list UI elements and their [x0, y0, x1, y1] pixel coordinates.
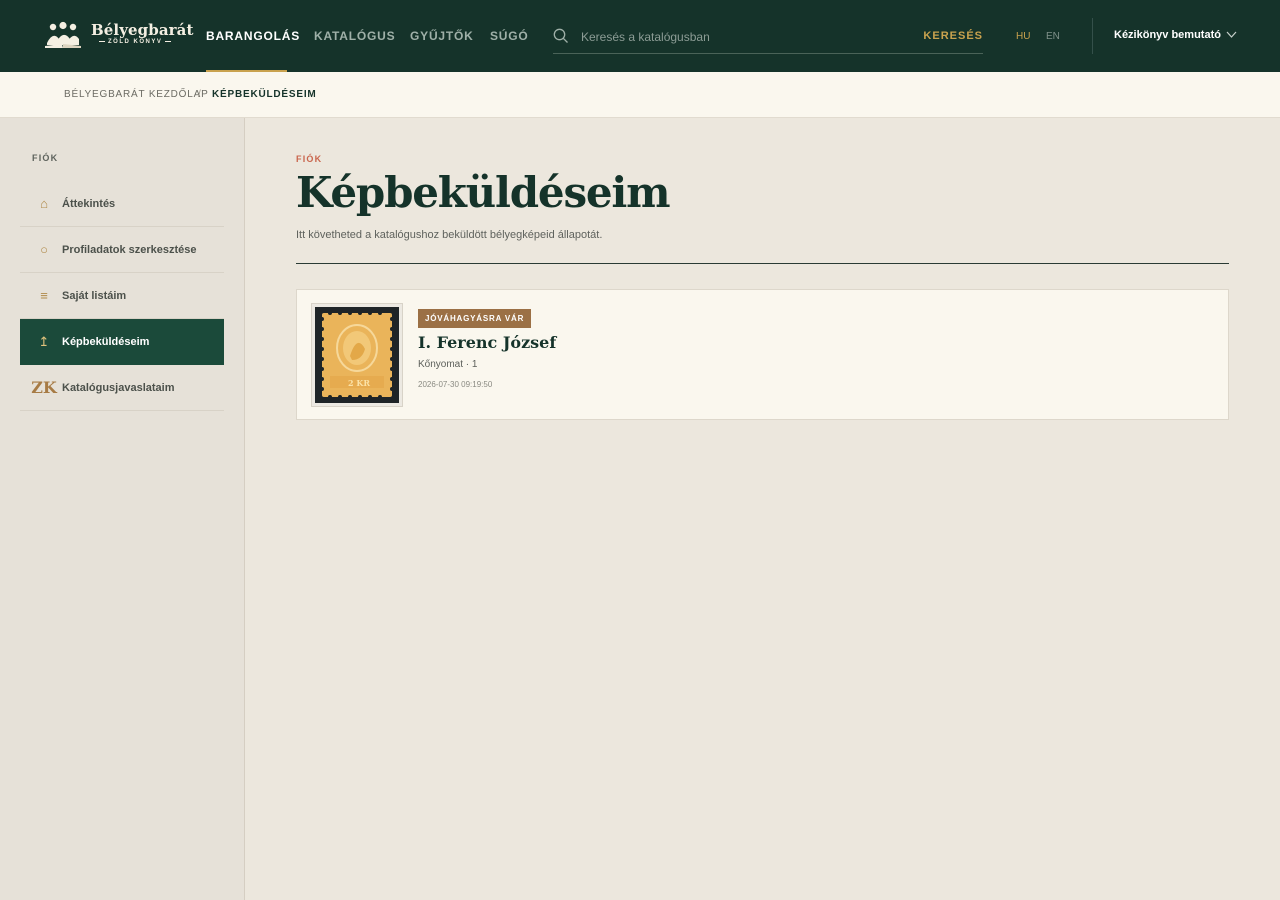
sidebar-item-label: Saját listáim [62, 290, 127, 302]
chevron-down-icon[interactable] [1226, 30, 1237, 39]
language-en[interactable]: EN [1046, 31, 1060, 42]
zk-monogram-icon: ZK [31, 378, 57, 397]
stamp-denomination: 2 KR [348, 378, 370, 388]
page-eyebrow: FIÓK [296, 154, 323, 164]
nav-barangolas[interactable]: Barangolás [206, 29, 300, 43]
sidebar-item-profiladatok[interactable]: ○ Profiladatok szerkesztése [20, 227, 224, 273]
sidebar-item-label: Áttekintés [62, 198, 116, 210]
submission-card[interactable]: 2 KR JÓVÁHAGYÁSRA VÁR I. Ferenc József K… [296, 289, 1229, 420]
sidebar-heading: FIÓK [32, 153, 59, 163]
header-divider [1092, 18, 1093, 54]
sidebar-item-katalogusjavaslataim[interactable]: ZK Katalógusjavaslataim [20, 365, 224, 411]
submission-title[interactable]: I. Ferenc József [418, 333, 556, 352]
brand-title: Bélyegbarát [91, 21, 194, 39]
profile-icon: ○ [40, 242, 48, 257]
sidebar-item-attekintes[interactable]: ⌂ Áttekintés [20, 181, 224, 227]
sidebar-item-label: Profiladatok szerkesztése [62, 244, 197, 256]
user-menu-button[interactable]: Kézikönyv bemutató [1114, 29, 1221, 41]
nav-katalogus[interactable]: Katalógus [314, 29, 395, 43]
page-description: Itt követheted a katalógushoz beküldött … [296, 229, 603, 241]
sidebar-item-kepbekuldeseim[interactable]: ↥ Képbeküldéseim [20, 319, 224, 365]
search-icon [553, 28, 568, 43]
search-bar: KERESÉS [553, 26, 983, 54]
nav-sugo[interactable]: Súgó [490, 29, 529, 43]
search-button[interactable]: KERESÉS [923, 30, 983, 42]
stamp-thumbnail[interactable]: 2 KR [311, 303, 403, 407]
stamp-image-icon [315, 307, 399, 403]
breadcrumb: Bélyegbarát kezdőlap / Képbeküldéseim [0, 72, 1280, 118]
brand-logo[interactable]: Bélyegbarát ZÖLD KÖNYV [44, 19, 193, 51]
sidebar-item-label: Katalógusjavaslataim [62, 382, 175, 394]
section-divider [296, 263, 1229, 264]
submission-timestamp: 2026-07-30 09:19:50 [418, 380, 493, 389]
upload-icon: ↥ [38, 334, 50, 349]
top-navigation-bar: Bélyegbarát ZÖLD KÖNYV Barangolás Kataló… [0, 0, 1280, 72]
breadcrumb-home-link[interactable]: Bélyegbarát kezdőlap [64, 89, 209, 100]
sidebar-item-sajat-listaim[interactable]: ≡ Saját listáim [20, 273, 224, 319]
home-icon: ⌂ [40, 196, 48, 211]
search-input[interactable] [581, 27, 911, 47]
collectors-logo-icon [45, 21, 81, 48]
nav-gyujtok[interactable]: Gyűjtők [410, 29, 474, 43]
account-sidebar: FIÓK ⌂ Áttekintés ○ Profiladatok szerkes… [0, 118, 245, 900]
breadcrumb-current: Képbeküldéseim [212, 89, 317, 100]
sidebar-item-label: Képbeküldéseim [62, 336, 150, 348]
status-badge: JÓVÁHAGYÁSRA VÁR [418, 309, 532, 328]
language-hu[interactable]: HU [1016, 31, 1030, 42]
breadcrumb-separator: / [198, 89, 202, 100]
page-title: Képbeküldéseim [296, 168, 671, 217]
list-icon: ≡ [40, 288, 48, 303]
submission-meta: Kőnyomat · 1 [418, 359, 478, 370]
brand-subtitle: ZÖLD KÖNYV [96, 39, 174, 45]
